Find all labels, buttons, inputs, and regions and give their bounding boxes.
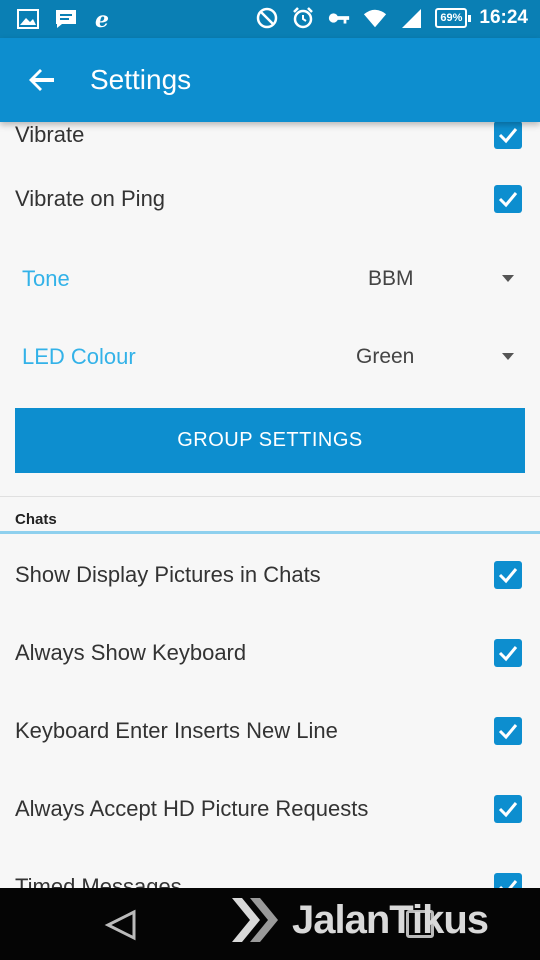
check-icon — [498, 724, 518, 740]
always-show-keyboard-checkbox[interactable] — [494, 639, 522, 667]
signal-icon — [399, 6, 423, 30]
led-colour-label: LED Colour — [22, 344, 136, 369]
dropdown-arrow-icon — [502, 353, 514, 360]
navigation-bar: JalanTikus — [0, 888, 540, 960]
tone-value: BBM — [368, 267, 414, 290]
check-icon — [498, 128, 518, 144]
led-colour-value: Green — [356, 345, 415, 368]
alarm-icon — [291, 6, 315, 30]
setting-label: Vibrate on Ping — [15, 186, 166, 211]
vibrate-on-ping-checkbox[interactable] — [494, 185, 522, 213]
keyboard-enter-new-line-checkbox[interactable] — [494, 717, 522, 745]
show-display-pictures-checkbox[interactable] — [494, 561, 522, 589]
check-icon — [498, 646, 518, 662]
watermark-logo-icon — [232, 898, 278, 942]
tone-select[interactable]: Tone BBM — [0, 238, 540, 316]
message-icon — [54, 7, 78, 31]
status-bar: e 69% 16:24 — [0, 0, 540, 38]
setting-row-vibrate-on-ping[interactable]: Vibrate on Ping — [0, 160, 540, 238]
clock: 16:24 — [479, 7, 528, 28]
check-icon — [498, 568, 518, 584]
setting-label: Always Accept HD Picture Requests — [15, 796, 369, 821]
setting-row-keyboard-enter-new-line[interactable]: Keyboard Enter Inserts New Line — [0, 692, 540, 770]
settings-list[interactable]: Vibrate Vibrate on Ping Tone BBM LED Col… — [0, 122, 540, 888]
check-icon — [499, 880, 518, 888]
battery-indicator: 69% — [435, 8, 472, 28]
accept-hd-pictures-checkbox[interactable] — [494, 795, 522, 823]
group-settings-button[interactable]: GROUP SETTINGS — [15, 408, 525, 473]
page-title: Settings — [90, 64, 192, 95]
image-icon — [16, 7, 40, 31]
section-divider — [0, 531, 540, 534]
blocked-icon — [255, 6, 279, 30]
setting-label: Keyboard Enter Inserts New Line — [15, 718, 338, 743]
section-header-chats: Chats — [15, 511, 57, 528]
nav-back-button[interactable] — [104, 908, 138, 947]
check-icon — [498, 192, 518, 208]
key-icon — [327, 6, 351, 30]
setting-row-timed-messages[interactable]: Timed Messages — [0, 848, 540, 888]
vibrate-checkbox[interactable] — [494, 122, 522, 149]
arrow-left-icon — [29, 69, 54, 91]
setting-label: Vibrate — [15, 122, 85, 147]
app-bar: Settings — [0, 38, 540, 122]
wifi-icon — [363, 6, 387, 30]
setting-row-show-display-pictures[interactable]: Show Display Pictures in Chats — [0, 536, 540, 614]
tone-label: Tone — [22, 266, 70, 291]
setting-label: Always Show Keyboard — [15, 640, 247, 665]
svg-text:e: e — [95, 7, 109, 31]
led-colour-select[interactable]: LED Colour Green — [0, 316, 540, 394]
setting-row-accept-hd-pictures[interactable]: Always Accept HD Picture Requests — [0, 770, 540, 848]
check-icon — [498, 802, 518, 818]
e-icon: e — [92, 7, 116, 31]
timed-messages-checkbox[interactable] — [494, 873, 522, 888]
dropdown-arrow-icon — [502, 275, 514, 282]
watermark: JalanTikus — [228, 894, 489, 946]
watermark-text: JalanTikus — [292, 897, 489, 942]
setting-label: Timed Messages — [15, 874, 182, 888]
setting-label: Show Display Pictures in Chats — [15, 562, 321, 587]
triangle-back-icon — [104, 909, 136, 941]
divider — [0, 496, 540, 497]
setting-row-always-show-keyboard[interactable]: Always Show Keyboard — [0, 614, 540, 692]
back-button[interactable] — [22, 60, 62, 100]
